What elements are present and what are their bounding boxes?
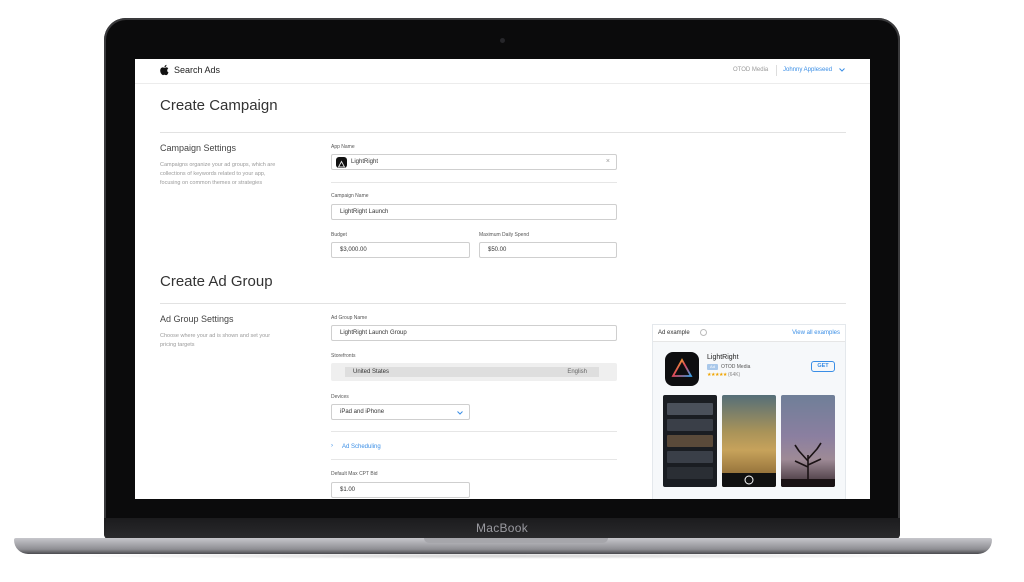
topbar-divider [776,65,777,76]
campaign-name-input[interactable]: LightRight Launch [331,204,617,220]
device-brand: MacBook [475,521,529,535]
ad-app-name: LightRight [707,354,739,361]
app-icon [665,352,699,386]
cpt-label: Default Max CPT Bid [331,471,378,477]
app-name-label: App Name [331,144,355,150]
org-name[interactable]: OTOD Media [733,67,768,73]
field-divider [331,182,617,183]
view-all-examples-link[interactable]: View all examples [792,330,840,336]
ad-scheduling-link[interactable]: Ad Scheduling [342,444,381,450]
laptop-base [14,538,992,554]
clear-icon[interactable]: × [606,158,610,165]
ad-group-name-label: Ad Group Name [331,315,368,321]
storefront-row[interactable]: United States English [345,367,599,377]
ad-developer: OTOD Media [721,364,751,370]
daily-spend-value: $50.00 [488,247,507,253]
ad-example-header: Ad example View all examples [653,325,845,342]
daily-spend-input[interactable]: $50.00 [479,242,617,258]
cpt-input[interactable]: $1.00 [331,482,470,498]
get-button[interactable]: GET [811,361,835,372]
daily-spend-label: Maximum Daily Spend [479,232,530,238]
screenshot-row [667,419,713,431]
laptop-notch [424,538,608,543]
ad-group-settings-title: Ad Group Settings [160,314,234,324]
ad-group-settings-desc: Choose where your ad is shown and set yo… [160,333,271,348]
app-name-field[interactable]: LightRight × [331,154,617,170]
ad-group-name-value: LightRight Launch Group [340,330,407,336]
camera-icon [500,38,505,43]
ad-group-divider [160,303,846,304]
storefronts-label: Storefronts [331,353,356,359]
apple-logo-icon [160,64,169,76]
budget-input[interactable]: $3,000.00 [331,242,470,258]
app-title: Search Ads [174,65,221,75]
devices-label: Devices [331,394,349,400]
campaign-settings-title: Campaign Settings [160,143,237,153]
campaign-settings-desc: Campaigns organize your ad groups, which… [160,162,276,186]
screenshot-row [667,435,713,447]
app-screenshot [722,395,776,487]
campaign-name-value: LightRight Launch [340,209,389,215]
info-icon[interactable] [700,329,707,336]
laptop-shadow [40,553,966,559]
screen: Search Ads OTOD Media Johnny Appleseed C… [135,59,870,499]
devices-value: iPad and iPhone [340,409,385,415]
field-divider [331,459,617,460]
budget-value: $3,000.00 [340,247,367,253]
storefront-language: English [567,369,587,375]
campaign-heading: Create Campaign [160,97,278,114]
devices-select[interactable]: iPad and iPhone [331,404,470,420]
screenshot-row [667,403,713,415]
chevron-down-icon [457,411,463,415]
app-screenshot [663,395,717,487]
rating-stars: ★★★★★ [707,372,727,378]
app-name-value: LightRight [351,159,379,165]
chevron-down-icon[interactable] [839,68,845,72]
top-bar: Search Ads OTOD Media Johnny Appleseed [135,59,870,84]
cpt-value: $1.00 [340,487,356,493]
ad-group-name-input[interactable]: LightRight Launch Group [331,325,617,341]
chevron-right-icon[interactable]: › [331,443,333,449]
laptop-chin: MacBook [104,518,900,540]
user-menu[interactable]: Johnny Appleseed [783,67,832,73]
storefronts-field[interactable]: United States English [331,363,617,381]
storefront-country: United States [353,369,390,375]
ad-example-panel: Ad example View all examples LightRight … [652,324,846,499]
field-divider [331,431,617,432]
app-screenshot [781,395,835,487]
ad-example-title: Ad example [658,330,690,336]
ad-group-heading: Create Ad Group [160,273,273,290]
ad-badge: Ad [707,364,718,370]
rating-count: (64K) [728,372,741,378]
screenshot-row [667,467,713,479]
screenshot-row [667,451,713,463]
budget-label: Budget [331,232,347,238]
campaign-name-label: Campaign Name [331,193,369,199]
app-icon [336,157,347,168]
campaign-divider [160,132,846,133]
